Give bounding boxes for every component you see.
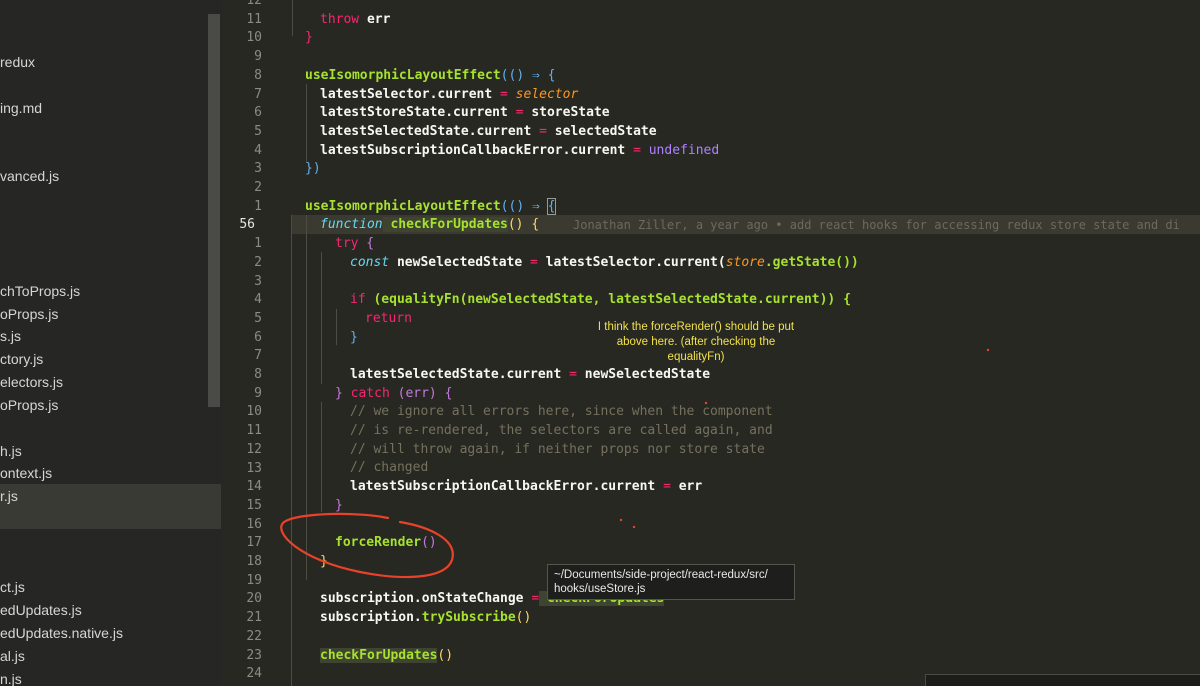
- stray-dot: [986, 348, 990, 352]
- bottom-panel-edge: [925, 674, 1200, 686]
- file-path-tooltip: ~/Documents/side-project/react-redux/src…: [547, 564, 795, 600]
- tooltip-line: hooks/useStore.js: [554, 583, 646, 595]
- screenshot-root: redux ing.md vanced.js chToProps.js oProps.j…: [0, 0, 1200, 686]
- stray-dot: [619, 518, 623, 522]
- annotation-note-line: equalityFn): [667, 351, 725, 363]
- annotation-note: I think the forceRender() should be put …: [576, 320, 816, 365]
- annotation-note-line: I think the forceRender() should be put: [597, 321, 795, 333]
- annotation-note-line: above here. (after checking the: [616, 336, 776, 348]
- annotation-circle: [280, 512, 454, 579]
- stray-dot: [704, 401, 708, 405]
- tooltip-line: ~/Documents/side-project/react-redux/src…: [554, 569, 768, 581]
- stray-dot: [632, 525, 636, 529]
